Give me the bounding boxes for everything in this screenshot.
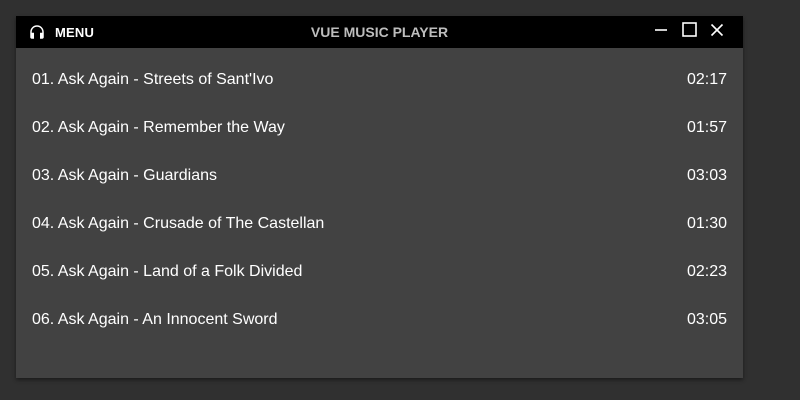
title-bar: MENU VUE MUSIC PLAYER — [16, 16, 743, 48]
track-duration: 01:30 — [686, 215, 727, 232]
close-button[interactable] — [703, 16, 731, 48]
track-duration: 03:05 — [686, 311, 727, 328]
track-list: 01. Ask Again - Streets of Sant'Ivo 02:1… — [16, 48, 743, 344]
menu-button[interactable]: MENU — [16, 16, 102, 48]
track-item[interactable]: 02. Ask Again - Remember the Way 01:57 — [16, 104, 743, 152]
maximize-button[interactable] — [675, 16, 703, 48]
track-title: 04. Ask Again - Crusade of The Castellan — [32, 215, 325, 232]
app-title: VUE MUSIC PLAYER — [310, 24, 449, 40]
menu-label: MENU — [55, 24, 95, 40]
track-title: 05. Ask Again - Land of a Folk Divided — [32, 263, 303, 280]
track-item[interactable]: 05. Ask Again - Land of a Folk Divided 0… — [16, 248, 743, 296]
track-duration: 03:03 — [686, 167, 727, 184]
maximize-icon — [681, 22, 697, 42]
track-item[interactable]: 01. Ask Again - Streets of Sant'Ivo 02:1… — [16, 56, 743, 104]
track-item[interactable]: 06. Ask Again - An Innocent Sword 03:05 — [16, 296, 743, 344]
track-duration: 01:57 — [686, 119, 727, 136]
minimize-icon — [654, 23, 668, 42]
track-title: 03. Ask Again - Guardians — [32, 167, 217, 184]
track-title: 02. Ask Again - Remember the Way — [32, 119, 285, 136]
track-title: 01. Ask Again - Streets of Sant'Ivo — [32, 71, 274, 88]
headphones-icon — [28, 23, 46, 41]
close-icon — [710, 23, 724, 42]
track-duration: 02:23 — [686, 263, 727, 280]
window-controls — [647, 16, 731, 48]
music-player-window: MENU VUE MUSIC PLAYER 01. Ask Again - St… — [16, 16, 743, 378]
track-duration: 02:17 — [686, 71, 727, 88]
minimize-button[interactable] — [647, 16, 675, 48]
track-title: 06. Ask Again - An Innocent Sword — [32, 311, 278, 328]
track-item[interactable]: 04. Ask Again - Crusade of The Castellan… — [16, 200, 743, 248]
track-item[interactable]: 03. Ask Again - Guardians 03:03 — [16, 152, 743, 200]
